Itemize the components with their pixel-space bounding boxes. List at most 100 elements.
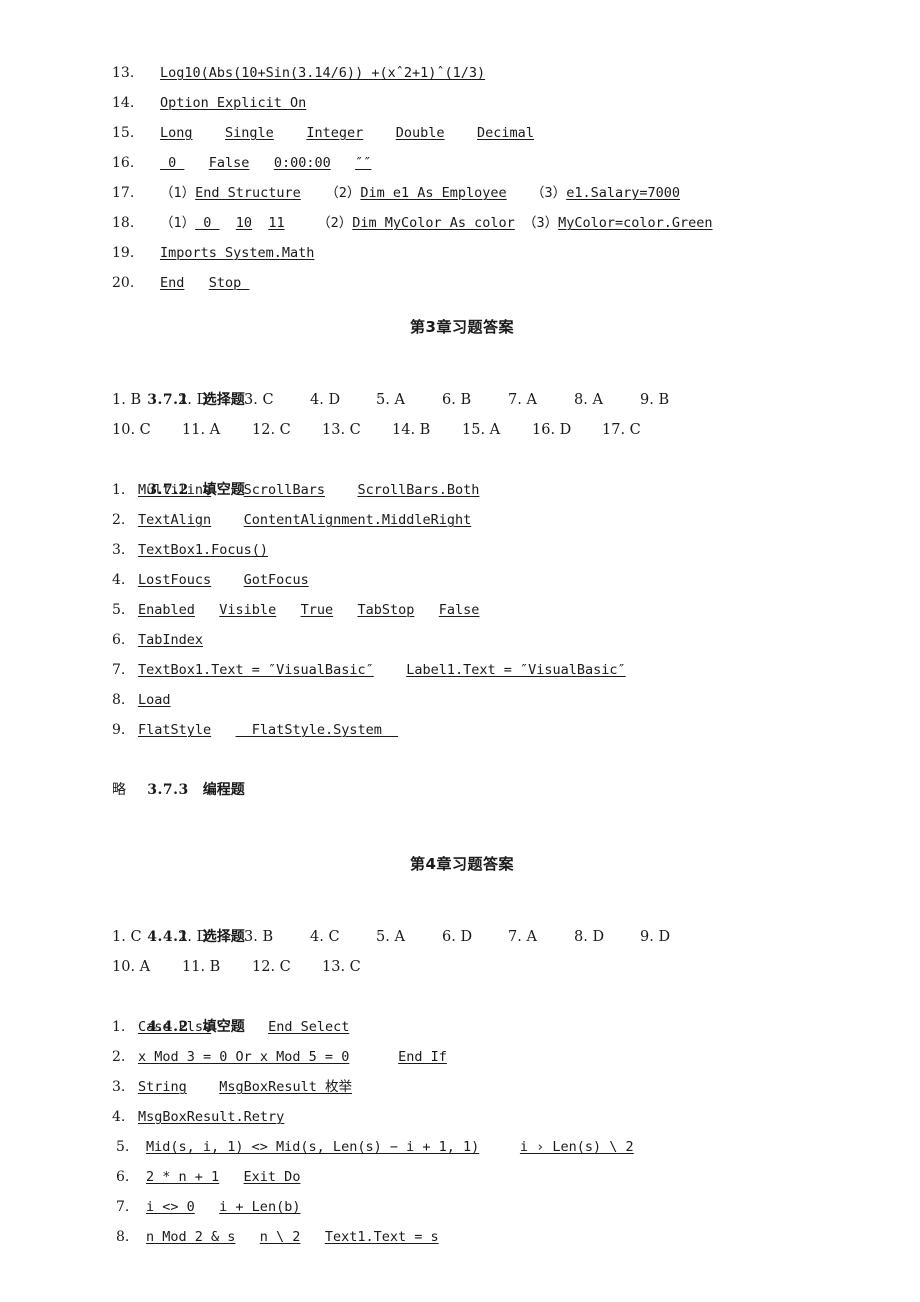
answer-blank: Stop [208, 275, 250, 291]
answer-blank: Dim MyColor As color [352, 215, 515, 231]
blank-answer-number: 4. [112, 1109, 126, 1125]
answer-blank: MsgBoxResult.Retry [138, 1109, 285, 1125]
blank-answer-body: Multiline ScrollBars ScrollBars.Both [138, 475, 479, 505]
chapter-3-title: 第3章习题答案 [410, 318, 514, 336]
answer-text [184, 148, 208, 178]
blank-answer-body: Mid(s, i, 1) <> Mid(s, Len(s) − i + 1, 1… [146, 1132, 634, 1162]
answer-blank: n \ 2 [259, 1229, 301, 1245]
answer-text [211, 475, 244, 505]
choice-answers-3: 1. B 2. D 3. C 4. D 5. A 6. B 7. A 8. A 9. B 10. … [112, 385, 812, 445]
blank-answer-row: 3. TextBox1.Focus() [112, 535, 812, 565]
blank-answer-body: n Mod 2 & s n \ 2 Text1.Text = s [146, 1222, 439, 1252]
blank-answer-body: FlatStyle FlatStyle.System [138, 715, 398, 745]
choice-answer-item: 2. D [178, 392, 209, 408]
choice-answer-item: 7. A [508, 929, 537, 945]
answer-line: 19. Imports System.Math [112, 238, 812, 268]
answer-blank: FlatStyle.System [235, 722, 399, 738]
section-number: 3.7.3 [147, 782, 189, 798]
choice-answer-row: 1. C 2. D 3. B 4. C 5. A 6. D 7. A 8. D 9. D [112, 922, 812, 952]
choice-answer-item: 4. D [310, 392, 341, 408]
answer-body: （1） 0 10 11 （2） Dim MyColor As color （3） M… [160, 208, 713, 238]
answer-blank: Log10(Abs(10+Sin(3.14/6)) +(xˆ2+1)ˆ(1/3) [160, 65, 486, 81]
answer-body: （1） End Structure （2） Dim e1 As Employee （… [160, 178, 680, 208]
blank-answer-body: LostFoucs GotFocus [138, 565, 309, 595]
answer-blank: Visible [219, 602, 277, 618]
blank-answer-row: 1. Case Else End Select [112, 1012, 812, 1042]
answer-blank: End [160, 275, 185, 291]
answer-blank: Option Explicit On [160, 95, 307, 111]
choice-answer-item: 3. C [244, 392, 274, 408]
choice-answer-item: 9. D [640, 929, 671, 945]
answer-text [195, 595, 219, 625]
answer-text [445, 118, 478, 148]
answer-blank: Text1.Text = s [324, 1229, 439, 1245]
answer-text [507, 178, 531, 208]
blank-answer-body: 2 * n + 1 Exit Do [146, 1162, 300, 1192]
answer-blank: Dim e1 As Employee [360, 185, 507, 201]
answer-blank: ScrollBars [243, 482, 325, 498]
blank-answer-number: 2. [112, 512, 126, 528]
answer-line: 14. Option Explicit On [112, 88, 812, 118]
section-heading-4-4-1: 4.4.1 选择题 [112, 892, 812, 945]
answer-text [515, 208, 523, 238]
answer-blank: False [438, 602, 480, 618]
blank-answer-number: 4. [112, 572, 126, 588]
blank-answer-row: 7. TextBox1.Text = ″VisualBasic″ Label1.T… [112, 655, 812, 685]
answer-text [211, 715, 235, 745]
answer-blank: False [208, 155, 250, 171]
blank-answer-row: 1. Multiline ScrollBars ScrollBars.Both [112, 475, 812, 505]
answer-body: Long Single Integer Double Decimal [160, 118, 534, 148]
choice-answer-item: 11. A [182, 422, 221, 438]
blank-answer-body: TextBox1.Text = ″VisualBasic″ Label1.Tex… [138, 655, 626, 685]
answer-text [325, 475, 358, 505]
choice-answer-item: 5. A [376, 929, 405, 945]
blank-answer-number: 7. [116, 1199, 130, 1215]
choice-answer-item: 10. C [112, 422, 151, 438]
answer-blank: True [300, 602, 334, 618]
answer-body: 0 False 0:00:00 ″″ [160, 148, 371, 178]
answer-body: Option Explicit On [160, 88, 306, 118]
answer-text [195, 1192, 219, 1222]
blank-answer-body: String MsgBoxResult 枚举 [138, 1072, 352, 1102]
blank-answer-number: 3. [112, 1079, 126, 1095]
answer-text: （2） [325, 185, 361, 201]
answer-blank: End Select [268, 1019, 350, 1035]
answer-blank: LostFoucs [138, 572, 212, 588]
answer-blank: GotFocus [243, 572, 309, 588]
choice-answer-item: 5. A [376, 392, 405, 408]
answer-body: Imports System.Math [160, 238, 314, 268]
answer-blank: ScrollBars.Both [357, 482, 480, 498]
answer-text [276, 595, 300, 625]
answer-blank: Case Else [138, 1019, 212, 1035]
answer-text [285, 208, 318, 238]
blank-answer-row: 2. TextAlign ContentAlignment.MiddleRight [112, 505, 812, 535]
blank-answers-3: 1. Multiline ScrollBars ScrollBars.Both 2.… [112, 475, 812, 745]
answer-blank: TabIndex [138, 632, 204, 648]
answer-text [249, 148, 273, 178]
answer-text [235, 1222, 259, 1252]
answer-blank: i + Len(b) [219, 1199, 301, 1215]
choice-answer-item: 17. C [602, 422, 641, 438]
choice-answer-item: 8. D [574, 929, 605, 945]
choice-answer-item: 13. C [322, 422, 361, 438]
blank-answer-number: 5. [116, 1139, 130, 1155]
answer-text [211, 1012, 268, 1042]
answer-blank: 10 [235, 215, 253, 231]
blank-answer-number: 9. [112, 722, 126, 738]
blank-answer-row: 5. Enabled Visible True TabStop False [112, 595, 812, 625]
answer-text [331, 148, 355, 178]
blank-answer-number: 2. [112, 1049, 126, 1065]
blank-answer-body: TabIndex [138, 625, 203, 655]
answer-blank: Single [225, 125, 274, 141]
answer-text: （1） [160, 185, 196, 201]
chapter2-tail-answers: 13. Log10(Abs(10+Sin(3.14/6)) +(xˆ2+1)ˆ(1… [112, 58, 812, 298]
answer-blank: TextAlign [138, 512, 212, 528]
answer-body: Log10(Abs(10+Sin(3.14/6)) +(xˆ2+1)ˆ(1/3) [160, 58, 485, 88]
answer-blank: Label1.Text = ″VisualBasic″ [406, 662, 626, 678]
blank-answer-body: Enabled Visible True TabStop False [138, 595, 479, 625]
answer-text [333, 595, 357, 625]
answer-blank: Imports System.Math [160, 245, 315, 261]
blank-answer-row: 8. n Mod 2 & s n \ 2 Text1.Text = s [112, 1222, 812, 1252]
choice-answer-item: 2. D [178, 929, 209, 945]
